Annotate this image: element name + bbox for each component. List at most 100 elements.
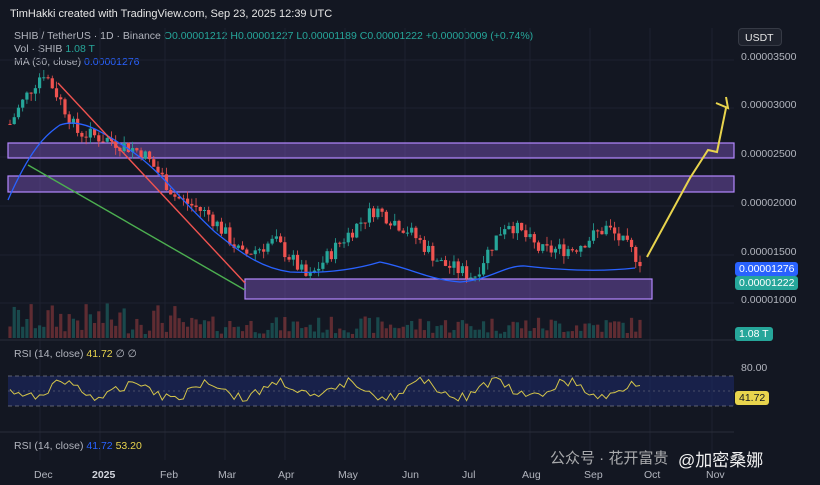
time-axis: Dec 2025 Feb Mar Apr May Jun Jul Aug Sep… bbox=[34, 469, 725, 481]
x-tick-label: Jun bbox=[402, 469, 419, 481]
volume-bar bbox=[397, 328, 401, 338]
volume-bar bbox=[131, 329, 135, 338]
volume-bar bbox=[342, 330, 346, 338]
candle-body bbox=[228, 227, 232, 245]
candle-body bbox=[300, 264, 304, 270]
candle-body bbox=[63, 99, 67, 115]
candle-body bbox=[426, 245, 431, 252]
candle-body bbox=[532, 234, 536, 243]
candle-body bbox=[317, 268, 321, 271]
volume-bar bbox=[401, 326, 405, 338]
volume-bar bbox=[8, 326, 12, 338]
volume-bar bbox=[287, 331, 291, 338]
volume-bar bbox=[579, 330, 583, 338]
volume-bar bbox=[473, 329, 477, 338]
ma-price-tag: 0.00001276 bbox=[735, 262, 799, 276]
volume-bar bbox=[435, 326, 439, 338]
volume-bar bbox=[25, 318, 29, 338]
volume-bar bbox=[71, 318, 76, 338]
candle-body bbox=[270, 238, 274, 244]
candle-body bbox=[634, 247, 638, 262]
candle-body bbox=[266, 243, 270, 252]
rsi-label-2[interactable]: RSI (14, close) bbox=[14, 440, 83, 452]
volume-bar bbox=[308, 324, 312, 338]
rsi-label[interactable]: RSI (14, close) bbox=[14, 348, 83, 360]
candle-body bbox=[494, 235, 498, 251]
volume-bar bbox=[156, 305, 160, 338]
candle-body bbox=[629, 239, 634, 248]
candle-body bbox=[21, 99, 25, 108]
candle-body bbox=[295, 254, 300, 270]
candle-body bbox=[536, 242, 541, 251]
volume-bar bbox=[42, 326, 46, 338]
volume-bar bbox=[29, 304, 33, 338]
volume-bars bbox=[8, 303, 642, 338]
volume-bar bbox=[304, 327, 308, 338]
rsi-legend-2: RSI (14, close) 41.72 53.20 bbox=[14, 440, 142, 452]
volume-bar bbox=[105, 303, 109, 338]
candle-body bbox=[367, 208, 371, 223]
volume-bar bbox=[321, 332, 325, 338]
rsi-value-2b: 53.20 bbox=[115, 440, 142, 452]
volume-bar bbox=[270, 322, 274, 338]
x-tick-label: Dec bbox=[34, 469, 53, 481]
volume-bar bbox=[477, 329, 481, 338]
volume-bar bbox=[503, 331, 507, 338]
candle-body bbox=[520, 222, 524, 231]
candle-body bbox=[84, 136, 88, 138]
rsi-legend: RSI (14, close) 41.72 ∅ ∅ bbox=[14, 348, 137, 360]
candle-body bbox=[363, 222, 367, 224]
volume-bar bbox=[274, 317, 278, 338]
volume-bar bbox=[596, 324, 600, 338]
volume-bar bbox=[553, 320, 558, 338]
candle-body bbox=[528, 234, 532, 238]
volume-bar bbox=[494, 330, 498, 338]
volume-bar bbox=[545, 330, 549, 338]
candle-body bbox=[37, 77, 42, 89]
volume-bar bbox=[583, 323, 587, 338]
volume-bar bbox=[460, 320, 465, 338]
candle-body bbox=[452, 261, 456, 268]
volume-bar bbox=[566, 331, 570, 338]
candle-body bbox=[333, 242, 338, 260]
candle-body bbox=[240, 245, 245, 250]
candle-body bbox=[29, 92, 33, 94]
candle-body bbox=[435, 260, 439, 262]
volume-bar bbox=[135, 318, 139, 338]
volume-bar bbox=[634, 331, 638, 338]
candle-body bbox=[253, 250, 257, 255]
candle-body bbox=[410, 227, 414, 233]
wechat-watermark: 公众号 · 花开富贵 bbox=[550, 450, 669, 467]
candle-body bbox=[152, 159, 156, 167]
candle-body bbox=[372, 208, 376, 218]
volume-bar bbox=[426, 321, 431, 338]
volume-bar bbox=[638, 319, 642, 338]
volume-bar bbox=[558, 323, 562, 338]
volume-bar bbox=[114, 325, 118, 338]
candle-body bbox=[460, 266, 465, 274]
volume-bar bbox=[541, 328, 545, 338]
candle-body bbox=[596, 230, 600, 232]
volume-tag: 1.08 T bbox=[735, 327, 773, 341]
volume-bar bbox=[325, 329, 329, 338]
volume-bar bbox=[515, 322, 519, 338]
candle-body bbox=[486, 249, 490, 264]
candle-body bbox=[257, 249, 262, 251]
rsi-value: 41.72 bbox=[86, 348, 113, 360]
candle-body bbox=[418, 238, 422, 240]
volume-bar bbox=[520, 328, 524, 338]
volume-bar bbox=[198, 324, 202, 338]
volume-bar bbox=[283, 317, 287, 338]
candle-body bbox=[443, 260, 448, 266]
volume-bar bbox=[164, 331, 169, 338]
volume-bar bbox=[37, 325, 42, 338]
volume-bar bbox=[587, 323, 591, 338]
volume-bar bbox=[224, 327, 228, 338]
volume-bar bbox=[300, 328, 304, 338]
candle-body bbox=[321, 262, 325, 269]
x-tick-label: Oct bbox=[644, 469, 660, 481]
resistance-zone-lower bbox=[7, 175, 735, 193]
candle-body bbox=[638, 261, 642, 267]
volume-bar bbox=[190, 317, 194, 338]
volume-bar bbox=[443, 320, 448, 338]
